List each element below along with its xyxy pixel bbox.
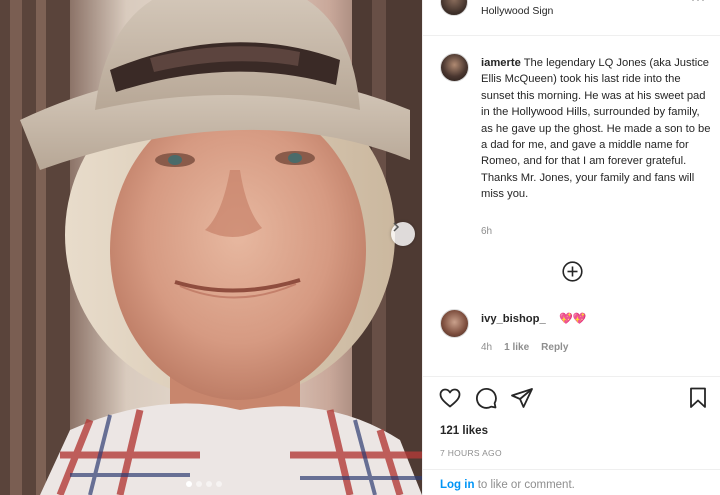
post-photo[interactable] (0, 0, 422, 495)
paper-plane-icon (511, 388, 533, 408)
carousel-dot (216, 481, 222, 487)
author-avatar[interactable] (440, 0, 468, 16)
share-button[interactable] (510, 386, 534, 410)
like-button[interactable] (438, 386, 462, 410)
login-link[interactable]: Log in (440, 479, 475, 491)
login-prompt-text: to like or comment. (474, 479, 575, 491)
caption-timestamp[interactable]: 6h (481, 226, 492, 237)
carousel-dot (196, 481, 202, 487)
post-timestamp[interactable]: 7 HOURS AGO (440, 448, 502, 458)
post-side-panel: Hollywood Sign ··· iamerte The legendary… (422, 0, 720, 495)
comment-reply-button[interactable]: Reply (541, 342, 568, 353)
post-header: Hollywood Sign ··· (423, 0, 720, 36)
comment-username[interactable]: ivy_bishop_ (481, 313, 546, 325)
location-link[interactable]: Hollywood Sign (481, 5, 553, 17)
chevron-right-icon (393, 222, 400, 232)
more-horizontal-icon[interactable]: ··· (691, 0, 706, 6)
caption-username[interactable]: iamerte (481, 57, 521, 69)
save-button[interactable] (686, 386, 710, 410)
carousel-indicator (186, 481, 222, 487)
caption-text: The legendary LQ Jones (aka Justice Elli… (481, 57, 711, 201)
plus-circle-icon (562, 261, 583, 282)
bookmark-icon (690, 387, 706, 408)
comment-icon (476, 388, 497, 409)
comment-button[interactable] (474, 386, 498, 410)
divider (423, 469, 720, 470)
comment-text: 💖💖 (559, 313, 587, 325)
carousel-next-button[interactable] (391, 222, 415, 246)
post-caption: iamerte The legendary LQ Jones (aka Just… (481, 55, 711, 203)
comment-timestamp[interactable]: 4h (481, 342, 492, 353)
action-bar (423, 386, 720, 412)
portrait-image (0, 0, 422, 495)
carousel-dot (186, 481, 192, 487)
heart-icon (439, 388, 461, 408)
caption-avatar[interactable] (440, 53, 469, 82)
divider (423, 376, 720, 377)
like-count[interactable]: 121 likes (440, 425, 488, 437)
comment-like-count[interactable]: 1 like (504, 342, 529, 353)
load-more-comments-button[interactable] (562, 261, 583, 282)
carousel-dot (206, 481, 212, 487)
comment-meta: 4h 1 like Reply (481, 342, 568, 353)
commenter-avatar[interactable] (440, 309, 469, 338)
login-prompt: Log in to like or comment. (440, 479, 575, 491)
